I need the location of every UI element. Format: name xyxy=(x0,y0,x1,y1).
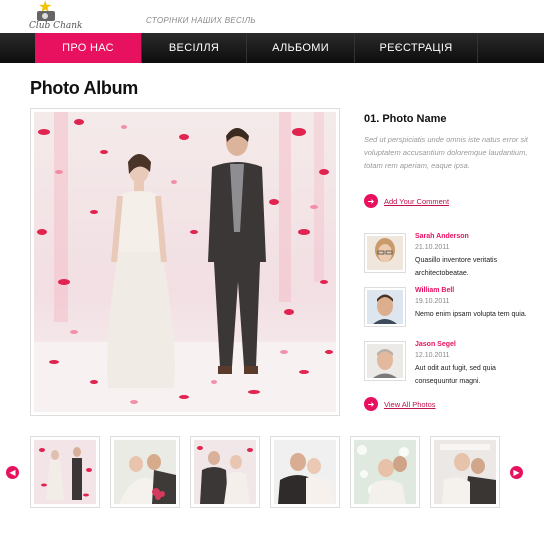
tagline: СТОРІНКИ НАШИХ ВЕСІЛЬ xyxy=(146,16,256,25)
arrow-right-icon: ▶ xyxy=(513,468,520,477)
add-comment-label: Add Your Comment xyxy=(384,196,450,206)
avatar[interactable] xyxy=(364,233,406,273)
avatar[interactable] xyxy=(364,287,406,327)
comment-date: 12.10.2011 xyxy=(415,352,450,359)
prev-arrow-button[interactable]: ◀ xyxy=(6,466,19,479)
comment-text: Aut odit aut fugit, sed quia consequuntu… xyxy=(415,365,496,385)
comment-author: William Bell xyxy=(415,287,455,294)
view-all-label: View All Photos xyxy=(384,399,436,409)
avatar-older-man-image xyxy=(367,344,403,378)
thumbnail-image xyxy=(114,440,176,504)
arrow-left-icon: ◀ xyxy=(9,468,16,477)
arrow-right-icon: ➜ xyxy=(364,194,378,208)
thumbnail[interactable] xyxy=(350,436,420,508)
page-title: Photo Album xyxy=(30,78,139,98)
thumbnail[interactable] xyxy=(110,436,180,508)
comment-author: Sarah Anderson xyxy=(415,233,469,240)
thumbnail-image xyxy=(34,440,96,504)
comment-item: Jason Segel 12.10.2011 Aut odit aut fugi… xyxy=(364,341,534,387)
logo[interactable]: ★ Club Chank xyxy=(8,0,82,34)
nav-item-weddings[interactable]: ВЕСІЛЛЯ xyxy=(142,33,247,63)
thumbnail-image xyxy=(274,440,336,504)
view-all-photos-link[interactable]: ➜ View All Photos xyxy=(364,397,436,411)
main-nav: ПРО НАС ВЕСІЛЛЯ АЛЬБОМИ РЕЄСТРАЦІЯ xyxy=(0,33,544,63)
photo-name: 01. Photo Name xyxy=(364,113,447,125)
comment-text: Nemo enim ipsam volupta tem quia. xyxy=(415,311,527,318)
nav-item-registration[interactable]: РЕЄСТРАЦІЯ xyxy=(355,33,478,63)
thumbnail[interactable] xyxy=(270,436,340,508)
nav-item-about[interactable]: ПРО НАС xyxy=(35,33,142,63)
photo-description: Sed ut perspiciatis unde omnis iste natu… xyxy=(364,135,528,170)
comment-item: William Bell 19.10.2011 Nemo enim ipsam … xyxy=(364,287,534,333)
comment-text: Quasillo inventore veritatis architectob… xyxy=(415,257,498,277)
thumbnail-image xyxy=(194,440,256,504)
avatar-man-image xyxy=(367,290,403,324)
thumbnail[interactable] xyxy=(430,436,500,508)
thumbnail-image xyxy=(354,440,416,504)
add-comment-link[interactable]: ➜ Add Your Comment xyxy=(364,194,449,208)
thumbnail-image xyxy=(434,440,496,504)
camera-icon xyxy=(37,11,55,21)
nav-item-albums[interactable]: АЛЬБОМИ xyxy=(247,33,355,63)
comment-date: 21.10.2011 xyxy=(415,244,450,251)
thumbnail[interactable] xyxy=(30,436,100,508)
comment-date: 19.10.2011 xyxy=(415,298,450,305)
avatar[interactable] xyxy=(364,341,406,381)
photo-illustration xyxy=(34,112,336,412)
comment-author: Jason Segel xyxy=(415,341,456,348)
main-photo[interactable] xyxy=(30,108,340,416)
next-arrow-button[interactable]: ▶ xyxy=(510,466,523,479)
logo-text: Club Chank xyxy=(29,21,83,31)
avatar-woman-image xyxy=(367,236,403,270)
comment-item: Sarah Anderson 21.10.2011 Quasillo inven… xyxy=(364,233,534,279)
thumbnail[interactable] xyxy=(190,436,260,508)
arrow-right-icon: ➜ xyxy=(364,397,378,411)
wedding-couple-photo xyxy=(34,112,336,412)
